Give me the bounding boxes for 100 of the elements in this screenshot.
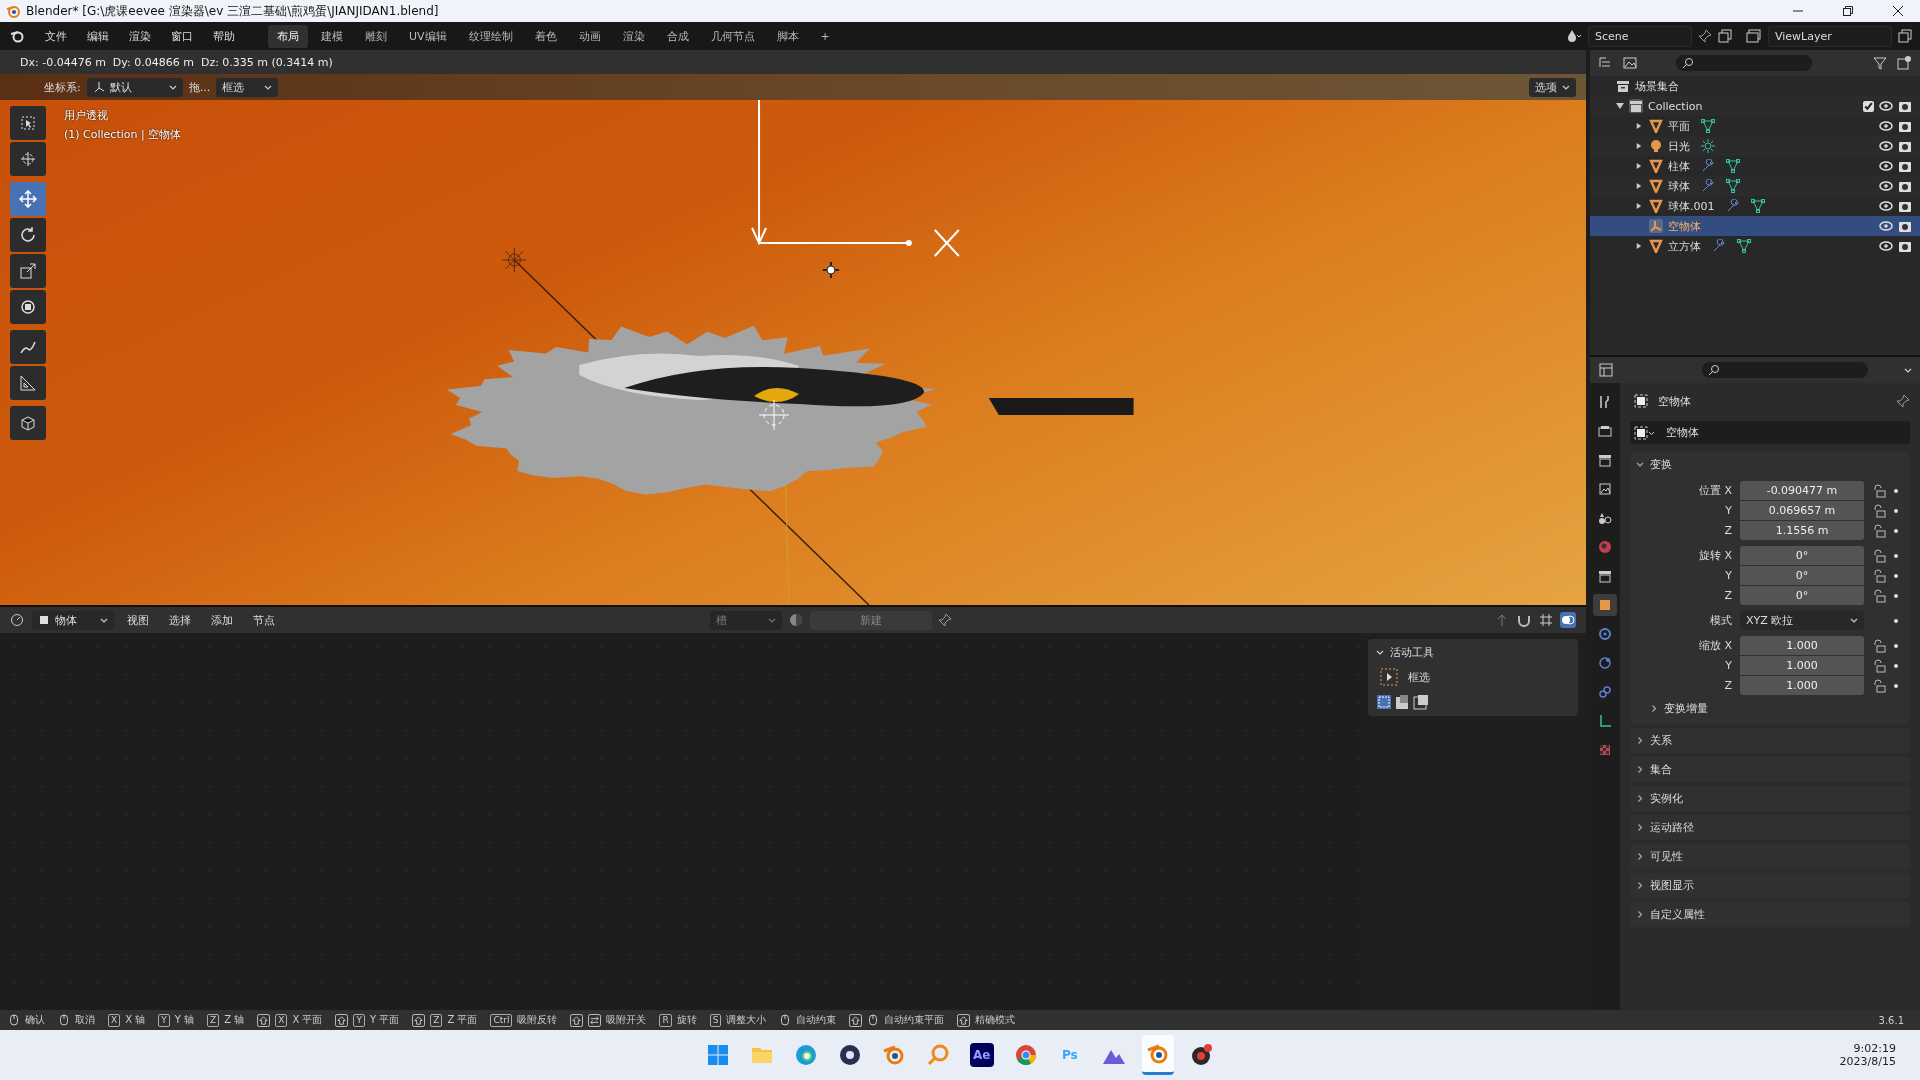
rotation-mode-dropdown[interactable]: XYZ 欧拉: [1740, 611, 1864, 630]
copy-icon[interactable]: [1718, 29, 1732, 43]
clock-date[interactable]: 2023/8/15: [1839, 1055, 1896, 1068]
keyframe-dot-icon[interactable]: [1894, 553, 1898, 558]
lock-icon[interactable]: [1872, 548, 1886, 563]
lock-icon[interactable]: [1872, 523, 1886, 538]
menu-item[interactable]: 视图: [120, 609, 156, 631]
keyframe-dot-icon[interactable]: [1894, 488, 1898, 493]
workspace-tab[interactable]: 渲染: [613, 24, 654, 48]
camera-icon[interactable]: [1898, 239, 1912, 253]
scene-selector-icon[interactable]: [1566, 28, 1582, 44]
pin-icon[interactable]: [938, 613, 952, 627]
overlay-icon[interactable]: [1560, 612, 1576, 628]
camera-icon[interactable]: [1898, 159, 1912, 173]
filter-icon[interactable]: [1872, 55, 1888, 71]
lock-icon[interactable]: [1872, 588, 1886, 603]
camera-icon[interactable]: [1898, 199, 1912, 213]
expand-arrow-icon[interactable]: [1636, 183, 1642, 189]
panel-header[interactable]: 关系: [1630, 728, 1910, 753]
lock-icon[interactable]: [1872, 568, 1886, 583]
blender-menu-icon[interactable]: [10, 29, 24, 43]
expand-arrow-icon[interactable]: [1636, 243, 1642, 249]
eye-icon[interactable]: [1879, 99, 1893, 113]
expand-arrow-icon[interactable]: [1636, 123, 1642, 129]
panel-header[interactable]: 视图显示: [1630, 873, 1910, 898]
lock-icon[interactable]: [1872, 658, 1886, 673]
lock-icon[interactable]: [1872, 503, 1886, 518]
outliner-item[interactable]: 立方体: [1668, 238, 1701, 254]
expand-arrow-icon[interactable]: [1616, 102, 1624, 110]
filter-view-icon[interactable]: [1622, 55, 1638, 71]
workspace-tab[interactable]: 布局: [268, 24, 308, 48]
pin-icon[interactable]: [1896, 394, 1910, 408]
eye-icon[interactable]: [1879, 139, 1893, 153]
menu-item[interactable]: 渲染: [122, 25, 158, 47]
lock-icon[interactable]: [1872, 638, 1886, 653]
camera-icon[interactable]: [1898, 179, 1912, 193]
new-collection-icon[interactable]: [1896, 55, 1912, 71]
data-type-dropdown[interactable]: 物体: [32, 610, 114, 630]
menu-item[interactable]: 节点: [246, 609, 282, 631]
lock-icon[interactable]: [1872, 678, 1886, 693]
workspace-tab[interactable]: 建模: [312, 24, 352, 48]
snap-grid-icon[interactable]: [1538, 612, 1554, 628]
number-field[interactable]: 0°: [1740, 586, 1864, 605]
scene-field[interactable]: Scene: [1588, 25, 1692, 47]
selection-mode-icons[interactable]: [1376, 694, 1430, 710]
number-field[interactable]: 1.1556 m: [1740, 521, 1864, 540]
panel-header[interactable]: 自定义属性: [1630, 902, 1910, 927]
workspace-tab[interactable]: 纹理绘制: [459, 24, 522, 48]
camera-icon[interactable]: [1898, 219, 1912, 233]
number-field[interactable]: 1.000: [1740, 636, 1864, 655]
number-field[interactable]: 0°: [1740, 566, 1864, 585]
menu-item[interactable]: 编辑: [80, 25, 116, 47]
expand-arrow-icon[interactable]: [1636, 143, 1642, 149]
properties-tab[interactable]: [1593, 594, 1617, 616]
workspace-tab[interactable]: 动画: [569, 24, 610, 48]
number-field[interactable]: 0.069657 m: [1740, 501, 1864, 520]
tool-button[interactable]: [10, 142, 46, 176]
outliner-item[interactable]: 球体.001: [1668, 198, 1715, 214]
eye-icon[interactable]: [1879, 159, 1893, 173]
panel-header[interactable]: 活动工具: [1376, 645, 1570, 660]
keyframe-dot-icon[interactable]: [1894, 683, 1898, 688]
include-checkbox[interactable]: [1863, 100, 1874, 112]
workspace-tab[interactable]: UV编辑: [400, 24, 456, 48]
copy-icon[interactable]: [1898, 29, 1912, 43]
eye-icon[interactable]: [1879, 199, 1893, 213]
add-workspace-button[interactable]: +: [811, 25, 839, 47]
outliner-item[interactable]: 日光: [1668, 138, 1690, 154]
tool-button[interactable]: [10, 182, 46, 216]
tool-button[interactable]: [10, 218, 46, 252]
view-layer-icon[interactable]: [1746, 28, 1762, 44]
wrench-icon[interactable]: [1712, 239, 1726, 253]
keyframe-dot-icon[interactable]: [1894, 618, 1898, 623]
mesh-data-icon[interactable]: [1701, 119, 1715, 133]
number-field[interactable]: 1.000: [1740, 656, 1864, 675]
close-icon[interactable]: [1892, 5, 1904, 17]
panel-header[interactable]: 集合: [1630, 757, 1910, 782]
eye-icon[interactable]: [1879, 119, 1893, 133]
keyframe-dot-icon[interactable]: [1894, 663, 1898, 668]
workspace-tab[interactable]: 几何节点: [701, 24, 764, 48]
eye-icon[interactable]: [1879, 219, 1893, 233]
orientation-dropdown[interactable]: 默认: [86, 77, 183, 97]
mesh-data-icon[interactable]: [1726, 179, 1740, 193]
workspace-tab[interactable]: 脚本: [767, 24, 808, 48]
number-field[interactable]: 0°: [1740, 546, 1864, 565]
wrench-icon[interactable]: [1701, 159, 1715, 173]
outliner-item[interactable]: Collection: [1648, 99, 1703, 113]
search-field[interactable]: [1702, 362, 1868, 378]
search-field[interactable]: [1676, 55, 1812, 71]
wrench-icon[interactable]: [1701, 179, 1715, 193]
mesh-data-icon[interactable]: [1750, 199, 1765, 213]
view-layer-field[interactable]: ViewLayer: [1768, 25, 1892, 47]
camera-icon[interactable]: [1898, 139, 1912, 153]
material-sphere-icon[interactable]: [788, 612, 804, 628]
subpanel-header[interactable]: 变换增量: [1636, 701, 1904, 716]
sun-data-icon[interactable]: [1701, 139, 1715, 153]
panel-header[interactable]: 可见性: [1630, 844, 1910, 869]
outliner-item[interactable]: 柱体: [1668, 158, 1690, 174]
number-field[interactable]: 1.000: [1740, 676, 1864, 695]
menu-item[interactable]: 添加: [204, 609, 240, 631]
expand-arrow-icon[interactable]: [1636, 163, 1642, 169]
